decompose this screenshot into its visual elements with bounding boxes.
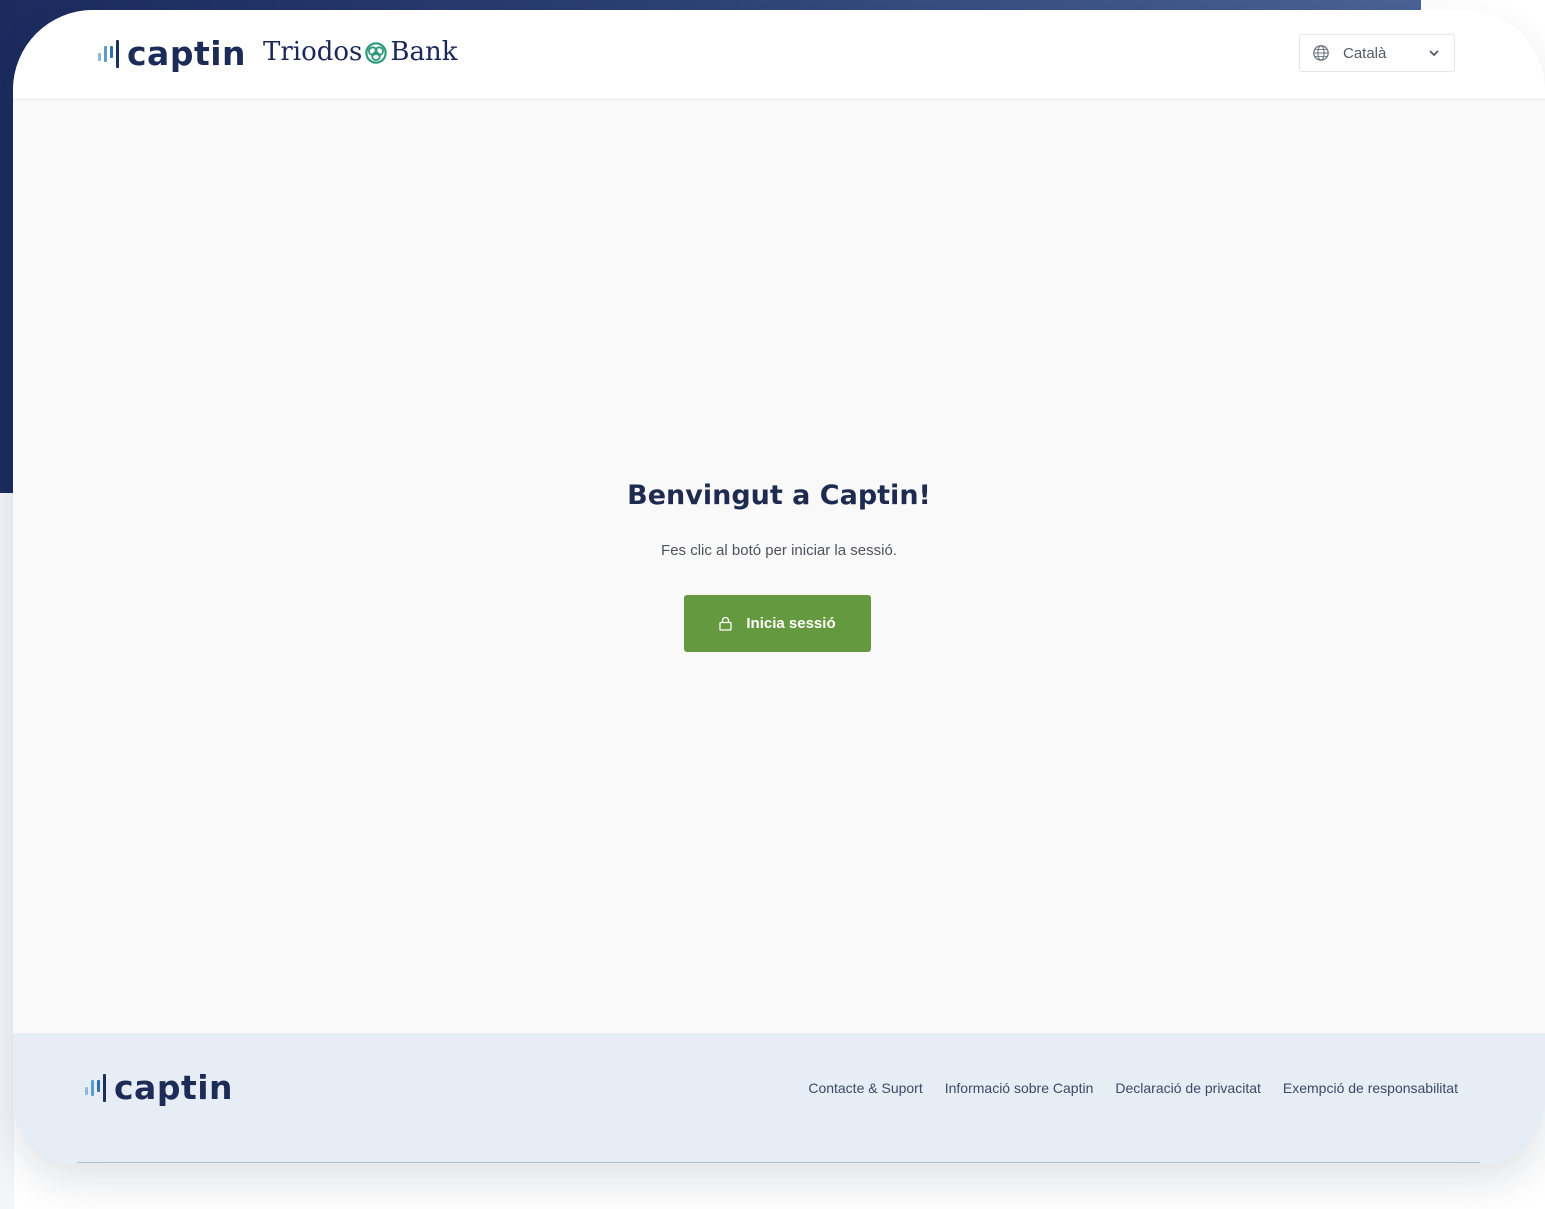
footer-captin-logo-bars-icon [85,1071,106,1105]
globe-icon [1313,45,1329,61]
footer-links: Contacte & Suport Informació sobre Capti… [808,1080,1458,1096]
triodos-logo-text-right: Bank [390,37,458,67]
login-button[interactable]: Inicia sessió [684,595,871,652]
footer-link-disclaimer[interactable]: Exempció de responsabilitat [1283,1080,1458,1096]
footer-captin-logo-text: captin [114,1068,234,1107]
triodos-logo-text-left: Triodos [263,37,363,67]
background-side-strip [0,493,14,1209]
captin-logo-bars-icon [98,37,119,71]
lock-icon [719,616,733,631]
welcome-subtitle: Fes clic al botó per iniciar la sessió. [661,542,897,559]
language-select-value: Català [1343,44,1387,62]
footer-captin-logo[interactable]: captin [85,1068,233,1107]
bottom-divider [77,1162,1480,1163]
footer-link-contact-support[interactable]: Contacte & Suport [808,1080,922,1096]
footer [13,1033,1545,1164]
welcome-title: Benvingut a Captin! [627,480,931,511]
top-header: captin Triodos Bank Català [13,10,1545,100]
main-content: Benvingut a Captin! Fes clic al botó per… [13,100,1545,1033]
triodos-knot-icon [365,41,388,64]
triodos-bank-logo: Triodos Bank [263,37,458,67]
captin-logo-text: captin [127,34,247,73]
footer-link-about-captin[interactable]: Informació sobre Captin [945,1080,1094,1096]
chevron-down-icon [1429,50,1439,57]
app-window: captin Triodos Bank Català Benvingut a C… [13,10,1545,1164]
captin-logo[interactable]: captin [98,34,246,73]
footer-link-privacy-statement[interactable]: Declaració de privacitat [1115,1080,1261,1096]
login-button-label: Inicia sessió [746,615,836,632]
language-select[interactable]: Català [1299,34,1455,72]
